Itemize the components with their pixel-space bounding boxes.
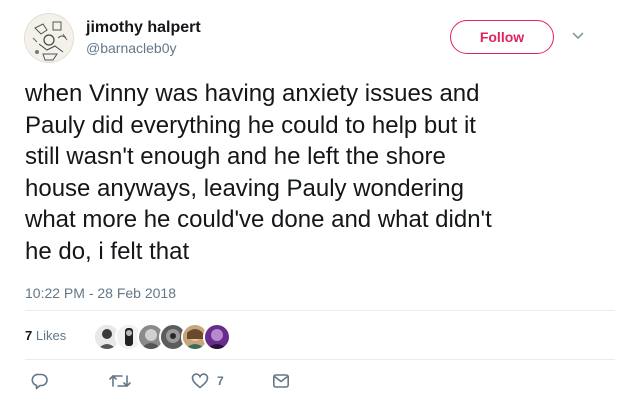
divider xyxy=(25,310,615,311)
likes-count-number: 7 xyxy=(25,328,33,343)
like-button[interactable]: 7 xyxy=(191,370,224,392)
tweet-card: jimothy halpert @barnacleb0y Follow when… xyxy=(0,0,624,415)
direct-message-button[interactable] xyxy=(272,370,290,392)
tweet-text: when Vinny was having anxiety issues and… xyxy=(25,80,492,265)
user-handle[interactable]: @barnacleb0y xyxy=(86,40,177,56)
heart-icon xyxy=(191,373,209,389)
like-count: 7 xyxy=(217,374,224,388)
tweet-actions: 7 xyxy=(25,370,615,394)
chevron-down-icon[interactable] xyxy=(571,29,585,43)
tweet-timestamp[interactable]: 10:22 PM - 28 Feb 2018 xyxy=(25,285,176,301)
divider xyxy=(25,359,615,360)
follow-button[interactable]: Follow xyxy=(450,20,554,54)
retweet-icon xyxy=(109,375,131,387)
likes-row: 7 Likes xyxy=(25,312,615,358)
likes-count[interactable]: 7 Likes xyxy=(25,328,66,343)
likes-count-label: Likes xyxy=(35,328,67,343)
user-display-name[interactable]: jimothy halpert xyxy=(86,19,201,37)
user-avatar[interactable] xyxy=(24,13,74,63)
sketch-avatar-icon xyxy=(25,14,73,62)
reply-icon xyxy=(31,373,48,390)
envelope-icon xyxy=(272,374,289,388)
liker-avatar-6[interactable] xyxy=(203,323,231,351)
reply-button[interactable] xyxy=(31,370,49,392)
retweet-button[interactable] xyxy=(109,370,131,392)
